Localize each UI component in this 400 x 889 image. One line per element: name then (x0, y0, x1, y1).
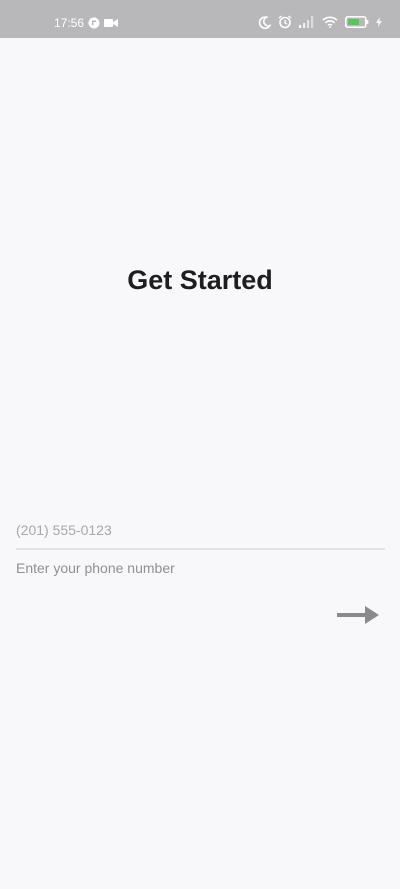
alarm-icon (278, 15, 292, 29)
main-content: Get Started Enter your phone number (0, 38, 400, 889)
arrow-right-icon (336, 604, 380, 629)
phone-number-input[interactable] (16, 512, 385, 550)
status-bar: 17:56 (0, 0, 400, 38)
next-button[interactable] (334, 601, 382, 631)
signal-icon (299, 16, 315, 28)
moon-icon (258, 15, 271, 29)
status-bar-right (258, 15, 382, 29)
status-time: 17:56 (54, 16, 85, 30)
charging-icon (376, 17, 382, 27)
video-camera-icon (104, 18, 119, 28)
phone-helper-text: Enter your phone number (16, 560, 175, 576)
status-bar-left: 17:56 (54, 16, 119, 30)
battery-icon (345, 16, 369, 28)
app-notification-icon (88, 17, 100, 29)
page-title: Get Started (127, 265, 273, 295)
wifi-icon (322, 16, 338, 28)
